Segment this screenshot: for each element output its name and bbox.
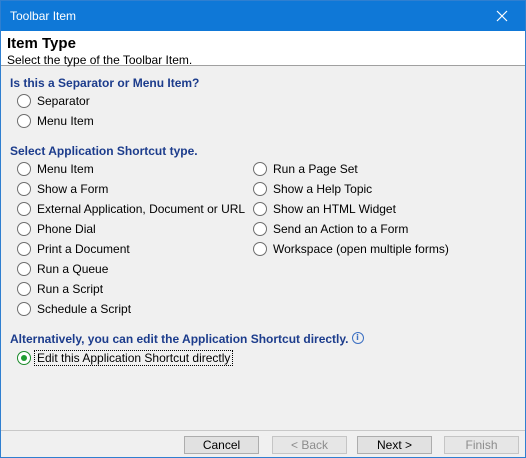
radio-circle[interactable] [17, 182, 31, 196]
radio-workspace[interactable]: Workspace (open multiple forms) [253, 240, 449, 258]
radio-label: External Application, Document or URL [37, 202, 246, 216]
radio-phone-dial[interactable]: Phone Dial [17, 220, 96, 238]
radio-help-topic[interactable]: Show a Help Topic [253, 180, 372, 198]
radio-label: Workspace (open multiple forms) [273, 242, 449, 256]
page-subtitle: Select the type of the Toolbar Item. [7, 53, 193, 67]
radio-run-script[interactable]: Run a Script [17, 280, 103, 298]
radio-circle[interactable] [253, 162, 267, 176]
radio-print-document[interactable]: Print a Document [17, 240, 130, 258]
radio-label: Menu Item [37, 162, 94, 176]
radio-label: Run a Script [37, 282, 104, 296]
radio-label: Separator [37, 94, 90, 108]
radio-circle[interactable] [17, 262, 31, 276]
radio-circle[interactable] [17, 282, 31, 296]
radio-label: Phone Dial [37, 222, 96, 236]
shortcut-section-title: Select Application Shortcut type. [10, 144, 198, 158]
radio-label: Edit this Application Shortcut directly [34, 350, 234, 366]
radio-circle[interactable] [253, 242, 267, 256]
wizard-header: Item Type Select the type of the Toolbar… [1, 31, 525, 67]
radio-circle[interactable] [253, 202, 267, 216]
direct-edit-title-text: Alternatively, you can edit the Applicat… [10, 332, 349, 346]
radio-label: Print a Document [37, 242, 130, 256]
back-button[interactable]: < Back [272, 436, 347, 454]
info-icon[interactable]: i [351, 332, 364, 344]
radio-run-queue[interactable]: Run a Queue [17, 260, 108, 278]
radio-label: Send an Action to a Form [273, 222, 409, 236]
radio-label: Menu Item [37, 114, 94, 128]
next-button[interactable]: Next > [357, 436, 432, 454]
radio-label: Run a Queue [37, 262, 109, 276]
radio-schedule-script[interactable]: Schedule a Script [17, 300, 131, 318]
radio-label: Show a Form [37, 182, 109, 196]
radio-run-page-set[interactable]: Run a Page Set [253, 160, 358, 178]
radio-circle[interactable] [17, 222, 31, 236]
radio-label: Show an HTML Widget [273, 202, 396, 216]
radio-menu-item[interactable]: Menu Item [17, 112, 94, 130]
toolbar-item-dialog: Toolbar Item Item Type Select the type o… [0, 0, 526, 458]
cancel-button[interactable]: Cancel [184, 436, 259, 454]
radio-circle[interactable] [17, 162, 31, 176]
close-icon[interactable] [479, 1, 525, 31]
title-bar: Toolbar Item [1, 1, 525, 31]
radio-show-form[interactable]: Show a Form [17, 180, 108, 198]
radio-circle[interactable] [17, 94, 31, 108]
separator-section-title: Is this a Separator or Menu Item? [10, 76, 200, 90]
radio-html-widget[interactable]: Show an HTML Widget [253, 200, 396, 218]
radio-circle[interactable] [17, 202, 31, 216]
direct-edit-section-title: Alternatively, you can edit the Applicat… [10, 332, 364, 346]
radio-label: Run a Page Set [273, 162, 358, 176]
window-title: Toolbar Item [10, 9, 77, 23]
radio-circle[interactable] [17, 242, 31, 256]
radio-separator[interactable]: Separator [17, 92, 90, 110]
button-bar: Cancel < Back Next > Finish [1, 430, 525, 457]
radio-circle[interactable] [17, 114, 31, 128]
radio-label: Show a Help Topic [273, 182, 373, 196]
radio-edit-directly[interactable]: Edit this Application Shortcut directly [17, 349, 234, 367]
radio-send-action[interactable]: Send an Action to a Form [253, 220, 408, 238]
radio-circle[interactable] [253, 182, 267, 196]
radio-shortcut-menu-item[interactable]: Menu Item [17, 160, 94, 178]
radio-label: Schedule a Script [37, 302, 132, 316]
page-title: Item Type [7, 35, 76, 52]
radio-circle[interactable] [253, 222, 267, 236]
radio-circle[interactable] [17, 302, 31, 316]
finish-button[interactable]: Finish [444, 436, 519, 454]
radio-circle[interactable] [17, 351, 31, 365]
radio-external-app[interactable]: External Application, Document or URL [17, 200, 245, 218]
